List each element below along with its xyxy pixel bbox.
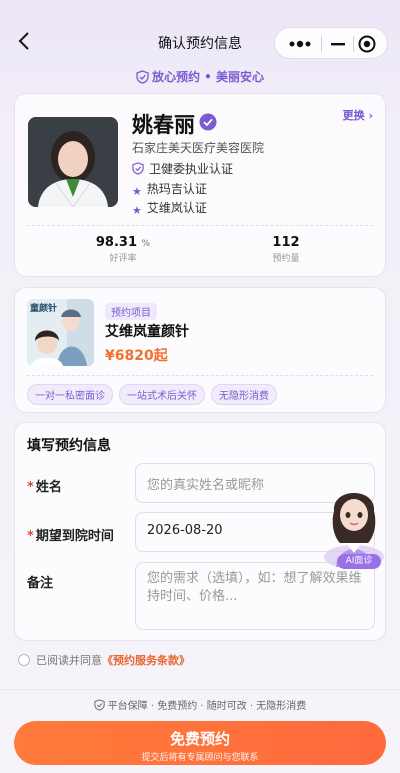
service-chip: 一对一私密面诊 [27,384,113,405]
project-name: 艾维岚童颜针 [105,324,189,340]
shield-check-icon [136,70,149,84]
stat-label: 预约量 [272,254,300,264]
terms-link[interactable]: 《预约服务条款》 [102,654,190,667]
project-photo: 童颜针 [27,299,94,366]
close-target-icon[interactable] [357,34,377,54]
star-icon: ★ [132,185,142,198]
cert-label: 热玛吉认证 [146,182,207,196]
doctor-avatar [28,117,118,207]
service-chips: 一对一私密面诊 一站式术后关怀 无隐形消费 [27,384,277,405]
more-dots-icon[interactable] [287,36,313,52]
book-button-sublabel: 提交后将有专属顾问与您联系 [141,753,259,763]
minimize-icon[interactable] [327,36,349,52]
service-chip: 无隐形消费 [211,384,277,405]
cert-aivilan: ★ 艾维岚认证 [132,199,207,217]
stat-bookings: 112 预约量 [241,235,331,264]
verified-badge-icon [199,113,217,131]
navigation-bar: 确认预约信息 [0,0,400,64]
cert-thermage: ★ 热玛吉认证 [132,180,207,198]
trust-banner-text: 放心预约 • 美丽安心 [151,70,265,84]
ai-assistant-label[interactable]: AI面诊 [337,554,381,569]
capsule-divider [321,36,322,52]
date-label: * 期望到院时间 [27,529,114,544]
shield-check-icon [132,162,144,175]
project-image: 童颜针 [27,299,94,366]
doctor-photo [28,117,118,207]
project-price: ¥6820起 [105,348,168,364]
divider [27,375,373,376]
stat-value: 98.31 [95,235,138,250]
stat-rating: 98.31 % 好评率 [78,235,168,264]
cert-license: 卫健委执业认证 [132,160,233,177]
project-tag: 预约项目 [105,303,157,320]
doctor-card: 姚春丽 更换 › 石家庄美天医疗美容医院 卫健委执业认证 ★ 热玛吉认证 ★ 艾维岚… [14,93,386,277]
shield-check-icon [93,699,105,711]
book-button-label: 免费预约 [169,730,230,748]
doctor-hospital: 石家庄美天医疗美容医院 [132,141,265,155]
divider [0,689,400,690]
guarantee-text: 平台保障 · 免费预约 · 随时可改 · 无隐形消费 [107,701,307,712]
star-icon: ★ [132,204,142,217]
agreement-row[interactable]: 已阅读并同意《预约服务条款》 [18,652,190,668]
free-booking-button[interactable]: 免费预约 提交后将有专属顾问与您联系 [14,721,386,765]
guarantee-row: 平台保障 · 免费预约 · 随时可改 · 无隐形消费 [0,697,400,712]
project-image-text: 童颜针 [30,302,57,314]
agreement-text: 已阅读并同意 [36,654,102,667]
project-card[interactable]: 童颜针 预约项目 艾维岚童颜针 ¥6820起 一对一私密面诊 一站式术后关怀 无… [14,287,386,413]
change-doctor-link[interactable]: 更换 › [343,107,373,123]
cert-label: 卫健委执业认证 [149,162,234,176]
stat-value: 112 [272,235,300,250]
agreement-radio[interactable] [18,654,30,666]
service-chip: 一站式术后关怀 [119,384,205,405]
trust-banner: 放心预约 • 美丽安心 [0,68,400,86]
form-title: 填写预约信息 [27,438,111,454]
note-label: 备注 [27,576,54,591]
doctor-name: 姚春丽 [132,113,195,137]
mini-program-capsule [274,27,388,59]
capsule-divider [353,36,354,52]
cert-label: 艾维岚认证 [146,201,207,215]
stat-unit: % [141,239,151,249]
stat-label: 好评率 [109,254,137,264]
divider [27,225,373,226]
name-label: * 姓名 [27,480,62,495]
